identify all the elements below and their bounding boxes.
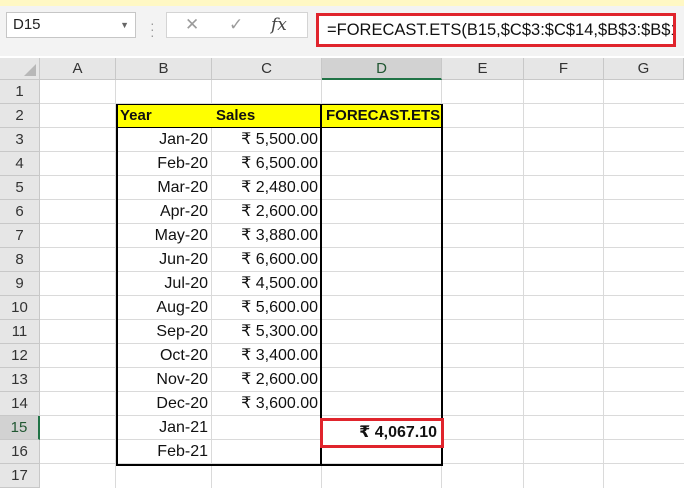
- cell-sales[interactable]: ₹ 2,600.00: [212, 200, 320, 224]
- formula-buttons: ✕ ✓ fx: [166, 12, 308, 38]
- cell-year[interactable]: Mar-20: [116, 176, 210, 200]
- column-header-b[interactable]: B: [116, 58, 212, 80]
- row-header-14[interactable]: 14: [0, 392, 40, 416]
- row-header-5[interactable]: 5: [0, 176, 40, 200]
- active-cell-d15[interactable]: ₹ 4,067.10: [320, 418, 444, 448]
- table-border: [116, 104, 118, 466]
- cell-year[interactable]: Jan-20: [116, 128, 210, 152]
- gridline: [603, 80, 604, 488]
- table-border: [116, 104, 442, 105]
- row-header-13[interactable]: 13: [0, 368, 40, 392]
- cell-year[interactable]: Jan-21: [116, 416, 210, 440]
- row-header-10[interactable]: 10: [0, 296, 40, 320]
- row-header-7[interactable]: 7: [0, 224, 40, 248]
- cell-year[interactable]: Oct-20: [116, 344, 210, 368]
- row-header-6[interactable]: 6: [0, 200, 40, 224]
- formula-input[interactable]: =FORECAST.ETS(B15,$C$3:$C$14,$B$3:$B$14): [316, 13, 676, 47]
- row-header-17[interactable]: 17: [0, 464, 40, 488]
- cell-sales[interactable]: ₹ 2,600.00: [212, 368, 320, 392]
- row-header-11[interactable]: 11: [0, 320, 40, 344]
- select-all-button[interactable]: [0, 58, 40, 80]
- cell-year[interactable]: Jul-20: [116, 272, 210, 296]
- formula-text: =FORECAST.ETS(B15,$C$3:$C$14,$B$3:$B$14): [327, 21, 676, 39]
- cell-sales[interactable]: ₹ 6,600.00: [212, 248, 320, 272]
- cell-sales[interactable]: ₹ 4,500.00: [212, 272, 320, 296]
- header-cell-year[interactable]: Year: [116, 104, 212, 128]
- cell-year[interactable]: Feb-21: [116, 440, 210, 464]
- cell-sales[interactable]: ₹ 5,600.00: [212, 296, 320, 320]
- cell-sales[interactable]: ₹ 6,500.00: [212, 152, 320, 176]
- chevron-down-icon[interactable]: ▼: [120, 13, 129, 37]
- insert-function-icon[interactable]: fx: [271, 15, 287, 35]
- table-border: [116, 464, 442, 466]
- cell-year[interactable]: Apr-20: [116, 200, 210, 224]
- row-header-16[interactable]: 16: [0, 440, 40, 464]
- row-header-12[interactable]: 12: [0, 344, 40, 368]
- row-header-9[interactable]: 9: [0, 272, 40, 296]
- cell-year[interactable]: Nov-20: [116, 368, 210, 392]
- cell-sales[interactable]: ₹ 3,600.00: [212, 392, 320, 416]
- table-border: [116, 127, 442, 128]
- column-header-c[interactable]: C: [212, 58, 322, 80]
- cell-year[interactable]: Jun-20: [116, 248, 210, 272]
- row-header-15[interactable]: 15: [0, 416, 40, 440]
- drag-handle-icon[interactable]: · · ·: [150, 16, 156, 42]
- forecast-result: ₹ 4,067.10: [359, 424, 437, 441]
- table-border: [441, 104, 443, 466]
- cell-sales[interactable]: ₹ 2,480.00: [212, 176, 320, 200]
- row-header-8[interactable]: 8: [0, 248, 40, 272]
- row-header-1[interactable]: 1: [0, 80, 40, 104]
- column-header-g[interactable]: G: [604, 58, 684, 80]
- name-box[interactable]: D15 ▼: [6, 12, 136, 38]
- cell-sales[interactable]: ₹ 3,400.00: [212, 344, 320, 368]
- cell-year[interactable]: Aug-20: [116, 296, 210, 320]
- row-header-3[interactable]: 3: [0, 128, 40, 152]
- cell-sales[interactable]: ₹ 5,500.00: [212, 128, 320, 152]
- column-header-a[interactable]: A: [40, 58, 116, 80]
- cell-sales[interactable]: ₹ 3,880.00: [212, 224, 320, 248]
- header-cell-forecast[interactable]: FORECAST.ETS: [322, 104, 442, 128]
- row-header-2[interactable]: 2: [0, 104, 40, 128]
- header-cell-sales[interactable]: Sales: [212, 104, 322, 128]
- column-header-d[interactable]: D: [322, 58, 442, 80]
- column-header-e[interactable]: E: [442, 58, 524, 80]
- cell-year[interactable]: Sep-20: [116, 320, 210, 344]
- gridline: [523, 80, 524, 488]
- cell-sales[interactable]: ₹ 5,300.00: [212, 320, 320, 344]
- cancel-icon[interactable]: ✕: [185, 15, 199, 35]
- column-header-f[interactable]: F: [524, 58, 604, 80]
- cell-year[interactable]: May-20: [116, 224, 210, 248]
- row-header-4[interactable]: 4: [0, 152, 40, 176]
- cell-year[interactable]: Dec-20: [116, 392, 210, 416]
- formula-bar-area: D15 ▼ · · · ✕ ✓ fx =FORECAST.ETS(B15,$C$3:…: [0, 6, 684, 56]
- table-border: [320, 104, 322, 466]
- select-all-icon: [24, 64, 36, 76]
- cell-year[interactable]: Feb-20: [116, 152, 210, 176]
- name-box-value: D15: [13, 16, 41, 33]
- enter-icon[interactable]: ✓: [229, 15, 243, 35]
